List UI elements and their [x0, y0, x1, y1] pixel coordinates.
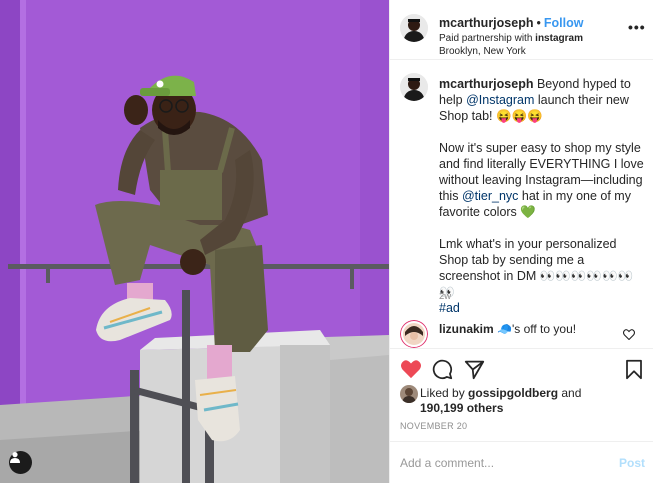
caption-username[interactable]: mcarthurjoseph	[439, 77, 533, 91]
hashtag-ad[interactable]: #ad	[439, 301, 460, 315]
author-line: mcarthurjoseph • Follow	[439, 16, 583, 30]
photo-illustration	[0, 0, 389, 483]
post-details-pane: mcarthurjoseph • Follow Paid partnership w…	[389, 0, 653, 483]
caption-paragraph-2: Now it's super easy to shop my style and…	[439, 140, 645, 220]
heart-filled-icon	[401, 360, 421, 379]
caption-text: Lmk what's in your personalized Shop tab…	[439, 237, 634, 299]
partner-link[interactable]: instagram	[535, 33, 583, 44]
post-comment-button[interactable]: Post	[619, 456, 645, 470]
post-caption: mcarthurjoseph Beyond hyped to help @Ins…	[439, 76, 645, 316]
likes-prefix: Liked by	[420, 386, 469, 400]
like-button[interactable]	[400, 359, 422, 384]
caption-paragraph-3: Lmk what's in your personalized Shop tab…	[439, 236, 645, 316]
liker-avatar[interactable]	[400, 385, 418, 403]
author-avatar[interactable]	[400, 14, 428, 42]
follow-button[interactable]: Follow	[544, 16, 584, 30]
caption-author-avatar[interactable]	[400, 73, 428, 101]
comment-button[interactable]	[432, 359, 453, 385]
action-bar	[390, 348, 653, 388]
post-date[interactable]: NOVEMBER 20	[400, 421, 467, 431]
likes-and: and	[558, 386, 582, 400]
heart-outline-icon	[622, 329, 636, 341]
mention-instagram[interactable]: @Instagram	[466, 93, 534, 107]
mention-tier-nyc[interactable]: @tier_nyc	[462, 189, 518, 203]
location-link[interactable]: Brooklyn, New York	[439, 46, 526, 57]
commenter-username[interactable]: lizunakim	[439, 322, 494, 336]
comment-text: 🧢's off to you!	[493, 322, 577, 336]
add-comment-bar: Post	[390, 441, 653, 483]
post-photo[interactable]	[0, 0, 389, 483]
share-icon	[464, 360, 485, 380]
comment-input[interactable]	[400, 455, 600, 471]
user-tag-button[interactable]	[9, 451, 32, 474]
save-button[interactable]	[625, 359, 643, 385]
caption-paragraph-1: mcarthurjoseph Beyond hyped to help @Ins…	[439, 76, 645, 124]
comment-like-button[interactable]	[622, 327, 636, 345]
likes-line: Liked by gossipgoldberg and	[420, 386, 581, 400]
bookmark-icon	[626, 359, 642, 380]
paid-partnership-label: Paid partnership with instagram	[439, 33, 583, 44]
follow-separator: •	[536, 16, 541, 30]
likes-count[interactable]: 190,199 others	[420, 401, 503, 415]
author-avatar-image	[400, 14, 428, 42]
liker-username[interactable]: gossipgoldberg	[468, 386, 558, 400]
commenter-avatar[interactable]	[400, 320, 428, 348]
share-button[interactable]	[464, 359, 485, 385]
caption-avatar-image	[400, 73, 428, 101]
more-options-button[interactable]: •••	[628, 20, 646, 34]
liker-avatar-image	[400, 385, 418, 403]
post-header: mcarthurjoseph • Follow Paid partnership w…	[390, 0, 653, 60]
commenter-avatar-image	[400, 320, 428, 348]
caption-age[interactable]: 2w	[439, 291, 451, 302]
partnership-prefix: Paid partnership with	[439, 33, 536, 44]
more-horizontal-icon: •••	[628, 19, 646, 35]
user-tag-icon	[10, 452, 20, 463]
comment-icon	[432, 359, 453, 380]
comment-item: lizunakim 🧢's off to you!	[439, 322, 576, 336]
author-username[interactable]: mcarthurjoseph	[439, 16, 533, 30]
